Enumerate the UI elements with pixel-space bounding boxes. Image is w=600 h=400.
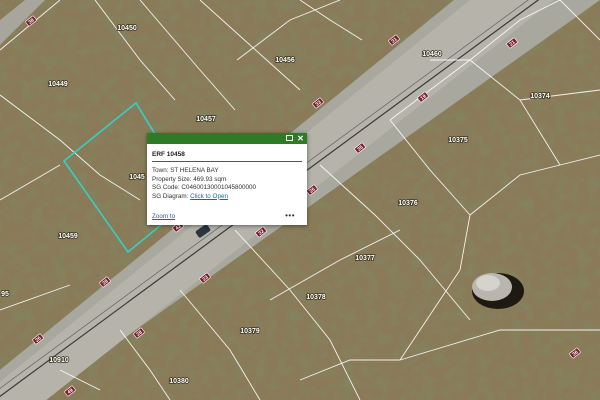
sg-code-row: SG Code: C04600130001045800000 <box>152 184 256 193</box>
boulder <box>472 273 524 309</box>
parcel-label-10450: 10450 <box>117 25 137 32</box>
parcel-label-10459: 10459 <box>58 233 78 240</box>
property-size-label: Property Size: <box>152 175 192 183</box>
more-options-icon[interactable]: ••• <box>285 211 295 220</box>
parcel-label-95: 95 <box>1 291 9 298</box>
close-icon[interactable]: ✕ <box>296 134 305 143</box>
parcel-label-10449: 10449 <box>48 81 68 88</box>
parcel-label-10376: 10376 <box>398 200 418 207</box>
parcel-label-10374: 10374 <box>530 93 550 100</box>
property-size-row: Property Size: 469.93 sqm <box>152 176 256 185</box>
parcel-info-popup: ✕ ERF 10458 Town: ST HELENA BAY Property… <box>147 133 307 225</box>
town-label: Town: <box>152 167 169 174</box>
parcel-label-10377: 10377 <box>355 255 375 262</box>
parcel-label-10457: 10457 <box>196 116 216 123</box>
sg-diagram-row: SG Diagram: Click to Open <box>152 193 256 202</box>
property-size-value: 469.93 sqm <box>193 175 227 183</box>
popup-header: ✕ <box>147 133 307 144</box>
parcel-label-10375: 10375 <box>448 137 468 144</box>
sg-diagram-link[interactable]: Click to Open <box>190 193 228 200</box>
sg-diagram-label: SG Diagram: <box>152 192 189 200</box>
parcel-label-10379: 10379 <box>240 328 260 335</box>
divider <box>152 161 302 162</box>
parcel-label-10460: 10460 <box>422 51 442 58</box>
zoom-to-link[interactable]: Zoom to <box>152 213 175 220</box>
sg-code-label: SG Code: <box>152 184 180 192</box>
parcel-label-10378: 10378 <box>306 294 326 301</box>
sg-code-value: C04600130001045800000 <box>181 184 256 192</box>
maximize-icon[interactable] <box>285 134 294 143</box>
popup-attributes: Town: ST HELENA BAY Property Size: 469.9… <box>152 167 256 201</box>
parcel-label-10458: 1045 <box>129 174 145 181</box>
parcel-label-10910: 10910 <box>49 357 69 364</box>
parcel-label-10380: 10380 <box>169 378 189 385</box>
parcel-label-10456: 10456 <box>275 57 295 64</box>
popup-title: ERF 10458 <box>152 151 185 158</box>
town-value: ST HELENA BAY <box>170 167 219 174</box>
town-row: Town: ST HELENA BAY <box>152 167 256 176</box>
